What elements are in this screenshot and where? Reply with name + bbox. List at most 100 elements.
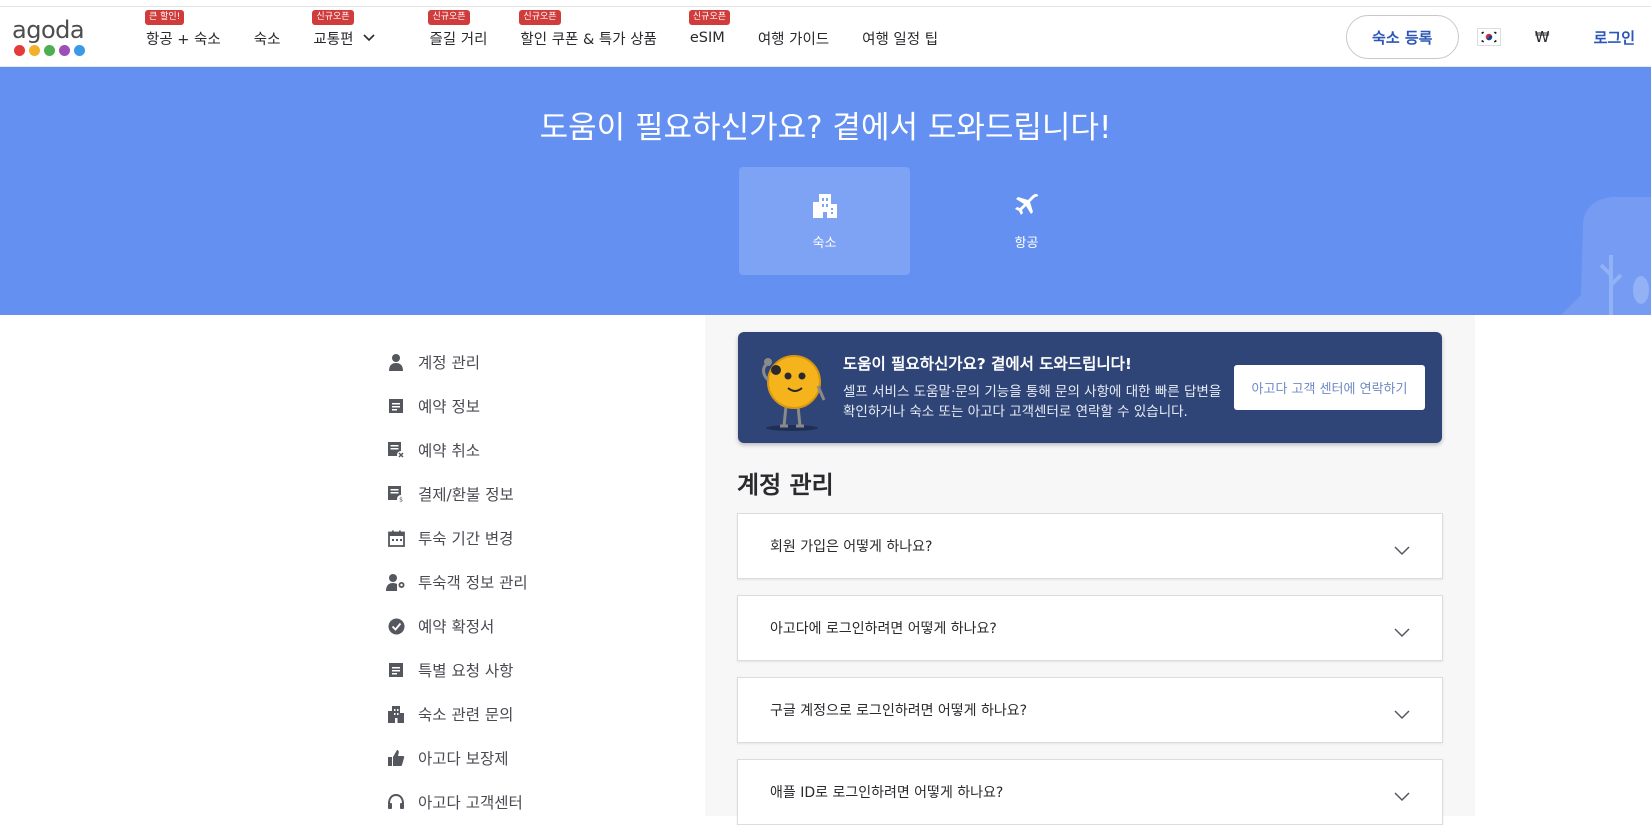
hero-decoration-icon (1541, 185, 1651, 315)
top-border (0, 0, 1651, 7)
help-sidebar: 계정 관리 예약 정보 예약 취소 $ 결제/환불 정보 투숙 기간 변경 투숙… (386, 340, 686, 824)
promo-description: 셀프 서비스 도움말·문의 기능을 통해 문의 사항에 대한 빠른 답변을 확인… (843, 384, 1222, 420)
nav-item-flight-hotel[interactable]: 큰 할인! 항공 + 숙소 (145, 7, 221, 67)
sidebar-item-label: 예약 정보 (418, 398, 480, 416)
sidebar-item-label: 숙소 관련 문의 (418, 706, 514, 724)
sidebar-item-booking-info[interactable]: 예약 정보 (386, 384, 686, 428)
nav-item-label: 항공 + 숙소 (146, 31, 221, 48)
sidebar-item-payment-refund[interactable]: $ 결제/환불 정보 (386, 472, 686, 516)
sidebar-item-guest-info[interactable]: 투숙객 정보 관리 (386, 560, 686, 604)
nav-item-label: 여행 일정 팁 (862, 31, 939, 48)
sidebar-item-label: 아고다 고객센터 (418, 794, 523, 812)
help-promo-card: 도움이 필요하신가요? 곁에서 도와드립니다! 셀프 서비스 도움말·문의 기능… (738, 332, 1442, 443)
sidebar-item-label: 특별 요청 사항 (418, 662, 514, 680)
document-icon (386, 660, 406, 680)
sidebar-item-cancellation[interactable]: 예약 취소 (386, 428, 686, 472)
sidebar-item-label: 투숙 기간 변경 (418, 530, 514, 548)
tab-hotels[interactable]: 숙소 (739, 167, 910, 275)
sidebar-item-label: 아고다 보장제 (418, 750, 509, 768)
chevron-down-icon (1394, 708, 1410, 720)
document-payment-icon: $ (386, 484, 406, 504)
chevron-down-icon (1394, 790, 1410, 802)
faq-question: 아고다에 로그인하려면 어떻게 하나요? (770, 621, 997, 637)
main-nav: 큰 할인! 항공 + 숙소 숙소 신규오픈 교통편 신규오픈 즐길 거리 신규오… (145, 7, 971, 67)
nav-badge: 큰 할인! (145, 10, 185, 25)
contact-customer-center-button[interactable]: 아고다 고객 센터에 연락하기 (1234, 365, 1425, 410)
faq-section-title: 계정 관리 (737, 471, 834, 499)
agoda-logo[interactable]: agoda (12, 17, 92, 61)
svg-text:$: $ (399, 497, 403, 504)
faq-item[interactable]: 구글 계정으로 로그인하려면 어떻게 하나요? (737, 677, 1443, 743)
sidebar-item-special-requests[interactable]: 특별 요청 사항 (386, 648, 686, 692)
chevron-down-icon (1394, 544, 1410, 556)
tab-label: 숙소 (812, 235, 837, 251)
nav-item-label: 즐길 거리 (429, 31, 488, 48)
promo-title: 도움이 필요하신가요? 곁에서 도와드립니다! (843, 355, 1132, 373)
sidebar-item-label: 결제/환불 정보 (418, 486, 514, 504)
hotel-icon (811, 192, 839, 232)
sidebar-item-change-dates[interactable]: 투숙 기간 변경 (386, 516, 686, 560)
sidebar-item-label: 예약 확정서 (418, 618, 495, 636)
sidebar-item-label: 예약 취소 (418, 442, 480, 460)
nav-item-label: 교통편 (313, 31, 354, 48)
calendar-icon (386, 528, 406, 548)
logo-dots (14, 45, 92, 56)
hero-banner: 도움이 필요하신가요? 곁에서 도와드립니다! 숙소 항공 (0, 67, 1651, 315)
nav-item-label: 숙소 (253, 31, 281, 48)
person-icon (386, 352, 406, 372)
sidebar-item-account[interactable]: 계정 관리 (386, 340, 686, 384)
site-header: agoda 큰 할인! 항공 + 숙소 숙소 신규오픈 교통편 신규오픈 즐길 … (0, 7, 1651, 67)
nav-item-label: 여행 가이드 (757, 31, 830, 48)
hotel-icon (386, 704, 406, 724)
faq-question: 회원 가입은 어떻게 하나요? (770, 539, 933, 555)
nav-badge: 신규오픈 (519, 10, 561, 25)
nav-item-hotels[interactable]: 숙소 (254, 7, 281, 67)
check-circle-icon (386, 616, 406, 636)
tab-flights[interactable]: 항공 (941, 167, 1112, 275)
logo-dot (59, 45, 70, 56)
nav-item-travel-guide[interactable]: 여행 가이드 (758, 7, 829, 67)
sidebar-item-agoda-guarantee[interactable]: 아고다 보장제 (386, 736, 686, 780)
sidebar-item-confirmation[interactable]: 예약 확정서 (386, 604, 686, 648)
person-gear-icon (386, 572, 406, 592)
faq-question: 애플 ID로 로그인하려면 어떻게 하나요? (770, 785, 1004, 801)
airplane-icon (1013, 192, 1041, 232)
mascot-icon (758, 346, 828, 432)
sidebar-item-label: 투숙객 정보 관리 (418, 574, 528, 592)
login-link[interactable]: 로그인 (1594, 27, 1635, 48)
nav-badge: 신규오픈 (312, 10, 354, 25)
chevron-down-icon (363, 30, 376, 46)
chevron-down-icon (1394, 626, 1410, 638)
nav-badge: 신규오픈 (428, 10, 470, 25)
document-cancel-icon (386, 440, 406, 460)
logo-dot (74, 45, 85, 56)
document-icon (386, 396, 406, 416)
nav-item-deals[interactable]: 신규오픈 할인 쿠폰 & 특가 상품 (519, 7, 657, 67)
faq-item[interactable]: 회원 가입은 어떻게 하나요? (737, 513, 1443, 579)
header-actions: 숙소 등록 ₩ 로그인 (1345, 7, 1651, 67)
currency-selector[interactable]: ₩ (1535, 28, 1550, 46)
logo-dot (44, 45, 55, 56)
nav-item-travel-tips[interactable]: 여행 일정 팁 (862, 7, 938, 67)
logo-text: agoda (12, 16, 85, 44)
logo-dot (29, 45, 40, 56)
headset-icon (386, 792, 406, 812)
faq-item[interactable]: 아고다에 로그인하려면 어떻게 하나요? (737, 595, 1443, 661)
list-property-button[interactable]: 숙소 등록 (1345, 15, 1459, 59)
thumbs-up-icon (386, 748, 406, 768)
nav-item-esim[interactable]: 신규오픈 eSIM (688, 7, 731, 67)
nav-item-transport[interactable]: 신규오픈 교통편 (312, 7, 376, 67)
nav-badge: 신규오픈 (688, 10, 731, 25)
tab-label: 항공 (1014, 235, 1039, 251)
nav-item-activities[interactable]: 신규오픈 즐길 거리 (428, 7, 488, 67)
logo-dot (14, 45, 25, 56)
sidebar-item-customer-center[interactable]: 아고다 고객센터 (386, 780, 686, 824)
hero-title: 도움이 필요하신가요? 곁에서 도와드립니다! (539, 110, 1112, 146)
korea-flag-icon[interactable] (1476, 28, 1501, 46)
nav-item-label: eSIM (689, 30, 725, 46)
faq-item[interactable]: 애플 ID로 로그인하려면 어떻게 하나요? (737, 759, 1443, 825)
sidebar-item-property-inquiry[interactable]: 숙소 관련 문의 (386, 692, 686, 736)
nav-item-label: 할인 쿠폰 & 특가 상품 (520, 31, 657, 48)
sidebar-item-label: 계정 관리 (418, 354, 480, 372)
faq-question: 구글 계정으로 로그인하려면 어떻게 하나요? (770, 703, 1028, 719)
